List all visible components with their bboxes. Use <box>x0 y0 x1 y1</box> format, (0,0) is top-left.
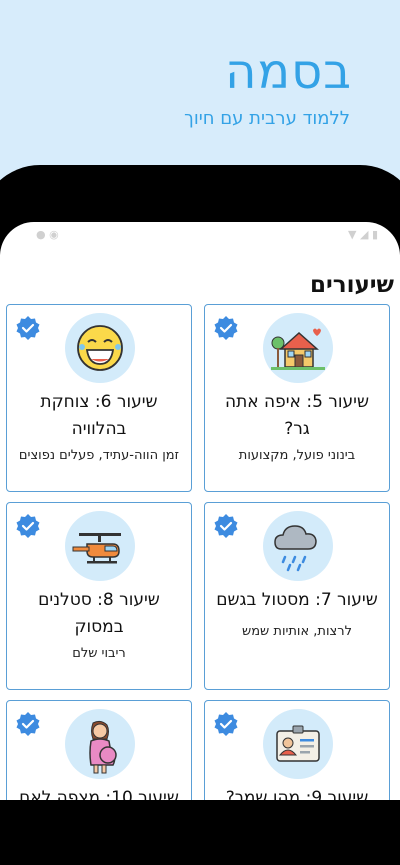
status-icons-right: ▼ ◢ ▮ <box>348 228 378 241</box>
lesson-title: שיעור 6: צוחקת בהלוויה <box>40 392 158 439</box>
hero-header: בסמה ללמוד ערבית עם חיוך <box>0 0 400 180</box>
verified-badge-icon <box>214 712 238 736</box>
helicopter-icon <box>65 511 135 581</box>
lesson-title: שיעור 7: מסטול בגשם <box>216 590 378 610</box>
app-subtitle: ללמוד ערבית עם חיוך <box>184 108 350 129</box>
lesson-title: שיעור 9: מהו שמך? <box>225 788 369 800</box>
lesson-card-6[interactable]: שיעור 6: צוחקת בהלוויה זמן הווה-עתיד, פע… <box>6 304 192 492</box>
lesson-card-10[interactable]: שיעור 10: מצפה לאח <box>6 700 192 800</box>
verified-badge-icon <box>16 316 40 340</box>
pregnant-woman-icon <box>65 709 135 779</box>
laughing-face-icon <box>65 313 135 383</box>
verified-badge-icon <box>214 514 238 538</box>
lesson-card-7[interactable]: שיעור 7: מסטול בגשם לרצות, אותיות שמש <box>204 502 390 690</box>
lesson-title: שיעור 8: סטלנים במסוק <box>38 590 160 637</box>
lesson-description: לרצות, אותיות שמש <box>242 624 352 639</box>
lesson-title: שיעור 5: איפה אתה גר? <box>224 392 370 439</box>
app-title: בסמה <box>225 44 352 100</box>
id-card-icon <box>263 709 333 779</box>
verified-badge-icon <box>16 514 40 538</box>
lesson-description: ריבוי שלם <box>72 646 126 661</box>
status-icons-left: ● ◉ <box>36 228 59 241</box>
rain-cloud-icon <box>263 511 333 581</box>
phone-screen: ● ◉ ▼ ◢ ▮ שיעורים שיעור 5: איפה אתה גר? … <box>0 222 400 800</box>
verified-badge-icon <box>16 712 40 736</box>
lesson-description: בינוני פועל, מקצועות <box>238 448 356 463</box>
lesson-title: שיעור 10: מצפה לאח <box>19 788 179 800</box>
section-title: שיעורים <box>309 272 394 298</box>
lesson-card-9[interactable]: שיעור 9: מהו שמך? <box>204 700 390 800</box>
lesson-description: זמן הווה-עתיד, פעלים נפוצים <box>18 448 180 463</box>
lesson-card-8[interactable]: שיעור 8: סטלנים במסוק ריבוי שלם <box>6 502 192 690</box>
house-icon <box>263 313 333 383</box>
verified-badge-icon <box>214 316 238 340</box>
lesson-card-5[interactable]: שיעור 5: איפה אתה גר? בינוני פועל, מקצוע… <box>204 304 390 492</box>
status-bar: ● ◉ ▼ ◢ ▮ <box>0 228 400 242</box>
